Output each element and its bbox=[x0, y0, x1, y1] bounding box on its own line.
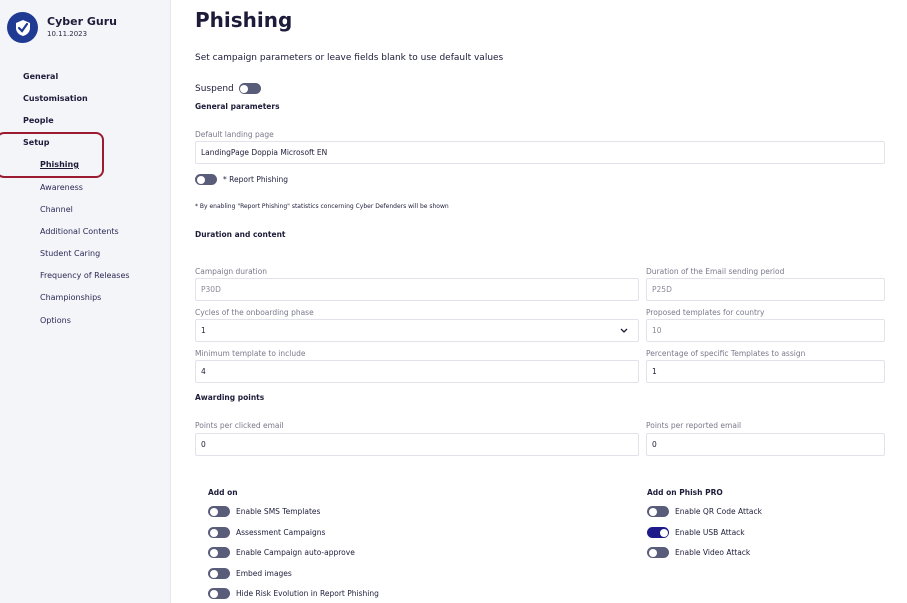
sidebar-item-channel[interactable]: Channel bbox=[40, 205, 73, 215]
percentage-templates-label: Percentage of specific Templates to assi… bbox=[646, 349, 806, 358]
brand-date: 10.11.2023 bbox=[47, 30, 88, 38]
minimum-template-label: Minimum template to include bbox=[195, 349, 306, 358]
cycles-label: Cycles of the onboarding phase bbox=[195, 308, 314, 317]
addon-row: Enable SMS Templates bbox=[208, 506, 320, 517]
addon-heading: Add on bbox=[208, 488, 238, 497]
addon-row: Hide Risk Evolution in Report Phishing bbox=[208, 588, 379, 599]
report-phishing-toggle[interactable] bbox=[195, 174, 217, 185]
brand-name: Cyber Guru bbox=[47, 15, 117, 28]
suspend-row: Suspend bbox=[195, 83, 261, 94]
sidebar-item-frequency-of-releases[interactable]: Frequency of Releases bbox=[40, 271, 130, 281]
usb-attack-toggle[interactable] bbox=[647, 527, 669, 538]
report-phishing-row: * Report Phishing bbox=[195, 174, 288, 185]
hide-risk-evolution-toggle[interactable] bbox=[208, 588, 230, 599]
auto-approve-label: Enable Campaign auto-approve bbox=[236, 548, 355, 557]
sidebar-item-awareness[interactable]: Awareness bbox=[40, 183, 83, 193]
campaign-duration-label: Campaign duration bbox=[195, 267, 268, 276]
addon-row: Enable Campaign auto-approve bbox=[208, 547, 355, 558]
pro-row: Enable Video Attack bbox=[647, 547, 750, 558]
suspend-label: Suspend bbox=[195, 83, 234, 94]
cycles-value: 1 bbox=[201, 326, 206, 335]
points-clicked-field[interactable]: 0 bbox=[195, 433, 639, 456]
sidebar-item-championships[interactable]: Championships bbox=[40, 293, 101, 303]
addon-row: Assessment Campaigns bbox=[208, 527, 325, 538]
sms-templates-label: Enable SMS Templates bbox=[236, 507, 321, 516]
points-reported-field[interactable]: 0 bbox=[646, 433, 885, 456]
brand: Cyber Guru 10.11.2023 bbox=[7, 12, 117, 43]
phish-pro-heading: Add on Phish PRO bbox=[647, 488, 723, 497]
cycles-select[interactable]: 1 bbox=[195, 319, 639, 342]
landing-page-label: Default landing page bbox=[195, 130, 274, 139]
points-clicked-label: Points per clicked email bbox=[195, 421, 284, 430]
general-parameters-heading: General parameters bbox=[195, 102, 280, 111]
video-attack-label: Enable Video Attack bbox=[675, 548, 751, 557]
campaign-duration-field[interactable]: P30D bbox=[195, 278, 639, 301]
embed-images-toggle[interactable] bbox=[208, 568, 230, 579]
proposed-templates-field[interactable]: 10 bbox=[646, 319, 885, 342]
sidebar-item-customisation[interactable]: Customisation bbox=[23, 94, 88, 104]
report-phishing-note: * By enabling "Report Phishing" statisti… bbox=[195, 203, 449, 210]
hide-risk-evolution-label: Hide Risk Evolution in Report Phishing bbox=[236, 589, 379, 598]
proposed-templates-label: Proposed templates for country bbox=[646, 308, 765, 317]
sms-templates-toggle[interactable] bbox=[208, 506, 230, 517]
points-reported-label: Points per reported email bbox=[646, 421, 742, 430]
sidebar-item-people[interactable]: People bbox=[23, 116, 54, 126]
minimum-template-field[interactable]: 4 bbox=[195, 360, 639, 383]
addon-row: Embed images bbox=[208, 568, 292, 579]
pro-row: Enable USB Attack bbox=[647, 527, 745, 538]
pro-row: Enable QR Code Attack bbox=[647, 506, 762, 517]
landing-page-field[interactable]: LandingPage Doppia Microsoft EN bbox=[195, 141, 885, 164]
report-phishing-label: * Report Phishing bbox=[223, 175, 288, 184]
awarding-points-heading: Awarding points bbox=[195, 393, 265, 402]
sidebar: Cyber Guru 10.11.2023 General Customisat… bbox=[0, 0, 171, 603]
setup-highlight bbox=[0, 132, 104, 178]
sidebar-item-additional-contents[interactable]: Additional Contents bbox=[40, 227, 119, 237]
assessment-campaigns-toggle[interactable] bbox=[208, 527, 230, 538]
email-period-label: Duration of the Email sending period bbox=[646, 267, 785, 276]
video-attack-toggle[interactable] bbox=[647, 547, 669, 558]
suspend-toggle[interactable] bbox=[238, 83, 261, 94]
sidebar-item-general[interactable]: General bbox=[23, 72, 58, 82]
page-title: Phishing bbox=[195, 8, 293, 32]
usb-attack-label: Enable USB Attack bbox=[675, 528, 745, 537]
embed-images-label: Embed images bbox=[236, 569, 292, 578]
duration-heading: Duration and content bbox=[195, 230, 286, 239]
email-period-field[interactable]: P25D bbox=[646, 278, 885, 301]
sidebar-item-phishing[interactable]: Phishing bbox=[40, 160, 79, 170]
main-content: Phishing Set campaign parameters or leav… bbox=[195, 0, 907, 603]
sidebar-item-options[interactable]: Options bbox=[40, 316, 71, 326]
sidebar-item-setup[interactable]: Setup bbox=[23, 138, 49, 148]
qr-code-attack-toggle[interactable] bbox=[647, 506, 669, 517]
sidebar-item-student-caring[interactable]: Student Caring bbox=[40, 249, 100, 259]
chevron-down-icon bbox=[620, 320, 628, 341]
page-subtitle: Set campaign parameters or leave fields … bbox=[195, 53, 504, 63]
shield-check-icon bbox=[7, 12, 38, 43]
qr-code-attack-label: Enable QR Code Attack bbox=[675, 507, 762, 516]
percentage-templates-field[interactable]: 1 bbox=[646, 360, 885, 383]
assessment-campaigns-label: Assessment Campaigns bbox=[236, 528, 326, 537]
auto-approve-toggle[interactable] bbox=[208, 547, 230, 558]
